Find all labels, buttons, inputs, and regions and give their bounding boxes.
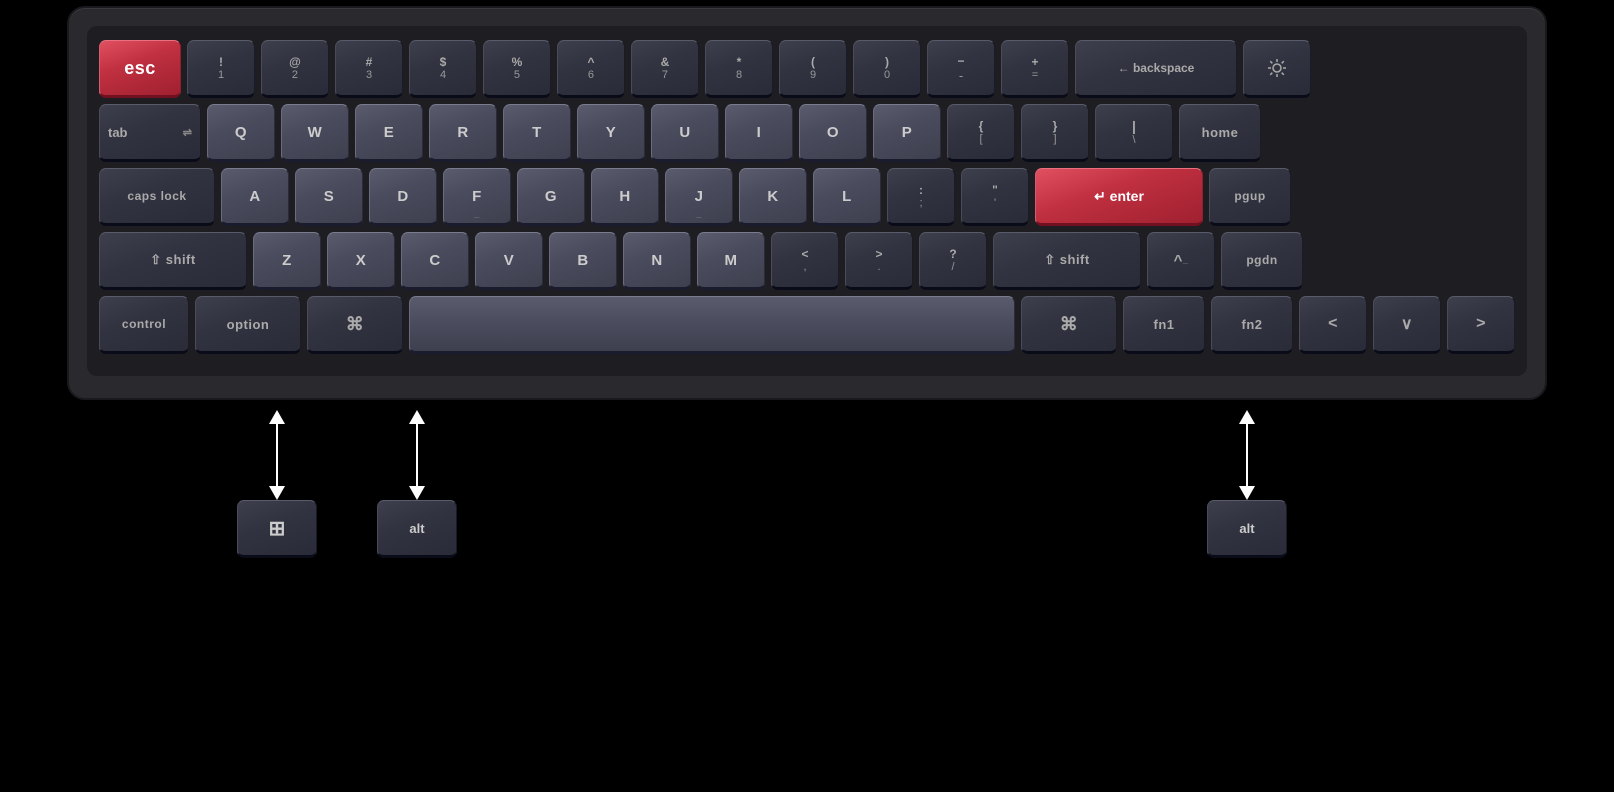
key-m[interactable]: M	[697, 232, 765, 290]
key-h[interactable]: H	[591, 168, 659, 226]
key-0[interactable]: )0	[853, 40, 921, 98]
key-up[interactable]: ^_	[1147, 232, 1215, 290]
key-fn1[interactable]: fn1	[1123, 296, 1205, 354]
key-q[interactable]: Q	[207, 104, 275, 162]
key-home[interactable]: home	[1179, 104, 1261, 162]
key-pgup[interactable]: pgup	[1209, 168, 1291, 226]
arrow-down-alt-r	[1239, 486, 1255, 500]
key-v[interactable]: V	[475, 232, 543, 290]
key-bracket-l[interactable]: {[	[947, 104, 1015, 162]
swap-alt-l-arrow	[409, 410, 425, 500]
key-backslash[interactable]: |\	[1095, 104, 1173, 162]
swap-key-alt-r[interactable]: alt	[1207, 500, 1287, 558]
row-4: ⇧ shift Z X C V B N M <, >. ?/ ⇧	[99, 232, 1515, 290]
key-g[interactable]: G	[517, 168, 585, 226]
key-slash[interactable]: ?/	[919, 232, 987, 290]
key-e[interactable]: E	[355, 104, 423, 162]
key-i[interactable]: I	[725, 104, 793, 162]
key-light[interactable]	[1243, 40, 1311, 98]
key-cmd-r[interactable]: ⌘	[1021, 296, 1117, 354]
key-y[interactable]: Y	[577, 104, 645, 162]
swap-alt-l-group: alt	[377, 410, 457, 558]
key-equals[interactable]: +=	[1001, 40, 1069, 98]
key-5[interactable]: %5	[483, 40, 551, 98]
key-n[interactable]: N	[623, 232, 691, 290]
key-tab[interactable]: tab⇌	[99, 104, 201, 162]
key-l[interactable]: L	[813, 168, 881, 226]
key-down[interactable]: ∨	[1373, 296, 1441, 354]
arrow-up-win	[269, 410, 285, 424]
key-quote[interactable]: "'	[961, 168, 1029, 226]
key-d[interactable]: D	[369, 168, 437, 226]
key-2[interactable]: @2	[261, 40, 329, 98]
key-fn2[interactable]: fn2	[1211, 296, 1293, 354]
key-right[interactable]: >	[1447, 296, 1515, 354]
key-semicolon[interactable]: :;	[887, 168, 955, 226]
arrow-line-alt-r	[1246, 422, 1248, 488]
swap-group-right: alt	[1207, 410, 1287, 558]
key-comma[interactable]: <,	[771, 232, 839, 290]
key-u[interactable]: U	[651, 104, 719, 162]
key-bracket-r[interactable]: }]	[1021, 104, 1089, 162]
arrow-up-alt-r	[1239, 410, 1255, 424]
row-1: esc !1 @2 #3 $4 %5 ^6	[99, 40, 1515, 98]
key-left[interactable]: <	[1299, 296, 1367, 354]
swap-key-alt-l[interactable]: alt	[377, 500, 457, 558]
key-cmd-l[interactable]: ⌘	[307, 296, 403, 354]
swap-win-group: ⊞	[237, 410, 317, 558]
key-caps-lock[interactable]: caps lock	[99, 168, 215, 226]
key-c[interactable]: C	[401, 232, 469, 290]
swap-area: ⊞ alt alt	[67, 410, 1547, 558]
keyboard-scene: esc !1 @2 #3 $4 %5 ^6	[27, 6, 1587, 786]
key-shift-l[interactable]: ⇧ shift	[99, 232, 247, 290]
key-8[interactable]: *8	[705, 40, 773, 98]
key-1[interactable]: !1	[187, 40, 255, 98]
key-o[interactable]: O	[799, 104, 867, 162]
keyboard-body: esc !1 @2 #3 $4 %5 ^6	[67, 6, 1547, 400]
swap-win-arrow	[269, 410, 285, 500]
key-r[interactable]: R	[429, 104, 497, 162]
key-f[interactable]: F_	[443, 168, 511, 226]
swap-key-win[interactable]: ⊞	[237, 500, 317, 558]
arrow-line-win	[276, 422, 278, 488]
arrow-up-alt-l	[409, 410, 425, 424]
key-esc[interactable]: esc	[99, 40, 181, 98]
key-control[interactable]: control	[99, 296, 189, 354]
key-p[interactable]: P	[873, 104, 941, 162]
arrow-down-win	[269, 486, 285, 500]
key-w[interactable]: W	[281, 104, 349, 162]
key-pgdn[interactable]: pgdn	[1221, 232, 1303, 290]
swap-group-left: ⊞ alt	[237, 410, 457, 558]
key-z[interactable]: Z	[253, 232, 321, 290]
key-k[interactable]: K	[739, 168, 807, 226]
key-s[interactable]: S	[295, 168, 363, 226]
key-space[interactable]	[409, 296, 1015, 354]
key-a[interactable]: A	[221, 168, 289, 226]
row-2: tab⇌ Q W E R T Y U I O P {[ }]	[99, 104, 1515, 162]
key-b[interactable]: B	[549, 232, 617, 290]
swap-alt-r-arrow	[1239, 410, 1255, 500]
key-3[interactable]: #3	[335, 40, 403, 98]
key-6[interactable]: ^6	[557, 40, 625, 98]
key-7[interactable]: &7	[631, 40, 699, 98]
keyboard-inner: esc !1 @2 #3 $4 %5 ^6	[87, 26, 1527, 376]
key-enter[interactable]: ↵ enter	[1035, 168, 1203, 226]
key-j[interactable]: J_	[665, 168, 733, 226]
key-9[interactable]: (9	[779, 40, 847, 98]
key-shift-r[interactable]: ⇧ shift	[993, 232, 1141, 290]
key-period[interactable]: >.	[845, 232, 913, 290]
key-option[interactable]: option	[195, 296, 301, 354]
key-backspace[interactable]: ← backspace	[1075, 40, 1237, 98]
row-5: control option ⌘ ⌘ fn1 fn2	[99, 296, 1515, 354]
arrow-line-alt-l	[416, 422, 418, 488]
key-4[interactable]: $4	[409, 40, 477, 98]
key-minus[interactable]: −-	[927, 40, 995, 98]
row-3: caps lock A S D F_ G H J_ K L :;	[99, 168, 1515, 226]
key-x[interactable]: X	[327, 232, 395, 290]
arrow-down-alt-l	[409, 486, 425, 500]
key-t[interactable]: T	[503, 104, 571, 162]
